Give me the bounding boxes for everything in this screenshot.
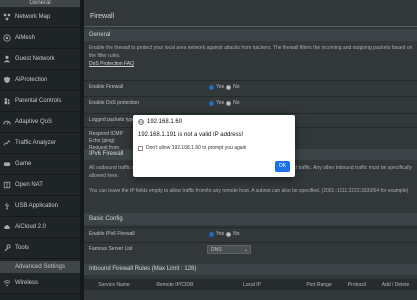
dialog-message: 192.168.1.191 is not a valid IP address!: [138, 132, 244, 138]
dialog-suppress-checkbox[interactable]: [138, 145, 143, 151]
dialog-suppress-row: Don't allow 192.168.1.60 to prompt you a…: [138, 145, 246, 151]
ok-button[interactable]: OK: [275, 161, 290, 172]
alert-dialog: 192.168.1.60 192.168.1.191 is not a vali…: [133, 115, 295, 177]
globe-icon: [138, 119, 144, 125]
dialog-title-text: 192.168.1.60: [147, 119, 183, 125]
dialog-title: 192.168.1.60: [138, 119, 182, 125]
dialog-suppress-label: Don't allow 192.168.1.60 to prompt you a…: [146, 145, 247, 151]
